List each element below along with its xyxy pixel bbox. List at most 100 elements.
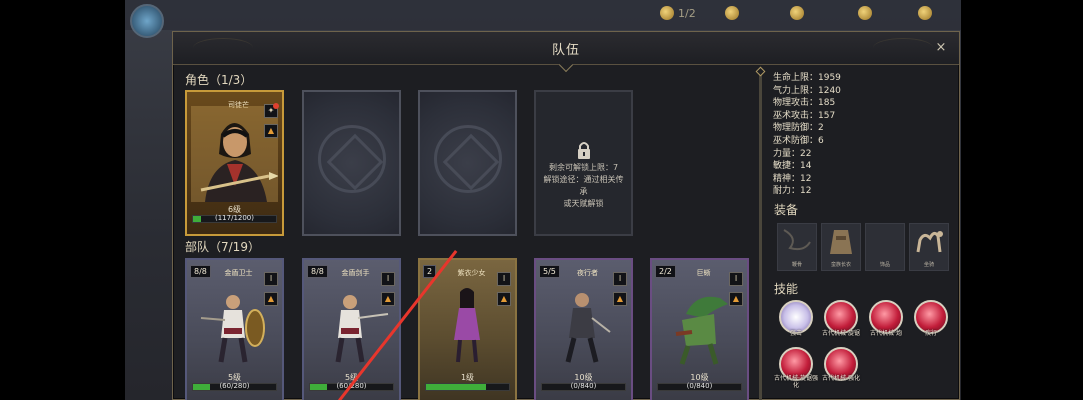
flame-icon[interactable]: ▲	[381, 292, 395, 306]
troop-class-icon[interactable]: I	[729, 272, 743, 286]
troop-class-icon[interactable]: I	[264, 272, 278, 286]
skill-label: 古代机械·旋锯	[822, 330, 860, 337]
screen: 1/2 队伍 × 角色（1/3） 司徒芒 ✦ ▲ 6级 (117/1200) 剩…	[0, 0, 1083, 400]
hero-xp-bar: (117/1200)	[192, 214, 277, 223]
top-resource-1: 1/2	[660, 6, 696, 20]
stat-strength: 力量：22	[773, 148, 812, 159]
troop-xp-fill	[426, 384, 486, 390]
coin-icon	[725, 6, 739, 20]
top-resource-4	[858, 6, 872, 20]
troop-portrait	[565, 293, 611, 363]
dialog-title: 队伍	[551, 43, 580, 58]
hero-class-icon[interactable]: ✦	[264, 103, 279, 118]
empty-role-slot-2[interactable]	[302, 90, 401, 236]
troops-section-label: 部队（7/19）	[185, 240, 260, 254]
stat-physical-attack: 物理攻击：185	[773, 98, 836, 109]
troop-card[interactable]: 8/8 金盾剑手 I ▲ 5级 (60/280)	[302, 258, 401, 400]
equipment-slot-accessory[interactable]: 饰品	[865, 223, 905, 271]
coin-icon	[918, 6, 932, 20]
troop-card[interactable]: 5/5 夜行者 I ▲ 10级 (0/840)	[534, 258, 633, 400]
flame-icon[interactable]: ▲	[613, 292, 627, 306]
equipment-slot-weapon[interactable]: 鞭骨	[777, 223, 817, 271]
letterbox-left	[0, 0, 125, 400]
equipment-section-label: 装备	[774, 203, 799, 217]
whip-icon	[783, 229, 811, 251]
flame-icon[interactable]: ▲	[264, 124, 278, 138]
troop-level: 1级	[460, 373, 475, 382]
coin-icon	[790, 6, 804, 20]
hero-xp-text: (117/1200)	[215, 214, 254, 222]
equipment-slot-armor[interactable]: 蛮族长衣	[821, 223, 861, 271]
top-resource-3	[790, 6, 804, 20]
top-resource-5	[918, 6, 932, 20]
skill-label: 古代机械·炮	[870, 330, 902, 337]
top-resource-2	[725, 6, 739, 20]
troop-xp-bar: (0/840)	[541, 382, 626, 391]
skill-icon[interactable]	[914, 300, 948, 334]
troop-class-icon[interactable]: I	[497, 272, 511, 286]
stat-sorcery-attack: 巫术攻击：157	[773, 110, 836, 121]
equipment-label: 饰品	[879, 262, 890, 268]
stat-hp-max: 生命上限：1959	[773, 73, 841, 83]
troop-xp-bar: (60/280)	[192, 382, 277, 391]
skill-icon[interactable]	[779, 300, 813, 334]
equipment-label: 坐骑	[923, 262, 934, 268]
letterbox-right	[961, 0, 1083, 400]
skills-section-label: 技能	[774, 282, 799, 296]
skill-label: 强击	[789, 330, 802, 337]
hero-stats: 生命上限：1959 气力上限：1240 物理攻击：185 巫术攻击：157 物理…	[773, 72, 841, 198]
top-resource-bar	[125, 0, 961, 30]
lock-icon	[578, 142, 590, 159]
equipment-label: 鞭骨	[791, 262, 802, 268]
troop-class-icon[interactable]: I	[613, 272, 627, 286]
roles-section-label: 角色（1/3）	[185, 73, 253, 87]
empty-slot-emblem-icon	[318, 125, 386, 193]
notification-dot	[273, 103, 279, 109]
team-dialog: 队伍 × 角色（1/3） 司徒芒 ✦ ▲ 6级 (117/1200) 剩余可解锁…	[172, 31, 960, 400]
skill-label: 疾行	[924, 330, 937, 337]
skill-label: 古代机械·强化	[822, 375, 860, 382]
troop-portrait	[454, 288, 480, 363]
stat-sorcery-defense: 巫术防御：6	[773, 135, 824, 146]
troop-xp-bar	[425, 383, 510, 391]
troop-class-icon[interactable]: I	[381, 272, 395, 286]
troop-xp-text: (0/840)	[570, 382, 597, 390]
locked-line-3: 或天赋解锁	[563, 199, 604, 208]
close-button[interactable]: ×	[933, 40, 949, 56]
locked-role-slot[interactable]: 剩余可解锁上限：7 解锁途径：通过相关传承 或天赋解锁	[534, 90, 633, 236]
troop-xp-text: (60/280)	[219, 382, 250, 390]
stat-spirit: 精神：12	[773, 173, 812, 184]
coin-icon	[660, 6, 674, 20]
stat-agility: 敏捷：14	[773, 161, 812, 172]
empty-slot-emblem-icon	[434, 125, 502, 193]
locked-line-2: 解锁途径：通过相关传承	[543, 175, 624, 196]
stat-energy-max: 气力上限：1240	[773, 85, 841, 96]
troop-portrait	[675, 296, 728, 365]
hero-card[interactable]: 司徒芒 ✦ ▲ 6级 (117/1200)	[185, 90, 284, 236]
empty-role-slot-3[interactable]	[418, 90, 517, 236]
flame-icon[interactable]: ▲	[497, 292, 511, 306]
robe-icon	[830, 230, 852, 254]
troop-portrait	[335, 295, 389, 363]
stat-physical-defense: 物理防御：2	[773, 123, 824, 134]
skill-label: 古代机械·旋锯强化	[774, 375, 818, 389]
troop-card[interactable]: 8/8 金盾卫士 I ▲ 5级 (60/280)	[185, 258, 284, 400]
locked-line-1: 剩余可解锁上限：7	[548, 163, 619, 172]
hero-portrait	[191, 106, 278, 202]
flame-icon[interactable]: ▲	[729, 292, 743, 306]
troop-portrait	[200, 295, 265, 363]
skill-icon[interactable]	[869, 300, 903, 334]
troop-xp-text: (0/840)	[686, 382, 713, 390]
panel-divider	[759, 70, 762, 400]
flame-icon[interactable]: ▲	[264, 292, 278, 306]
equipment-label: 蛮族长衣	[830, 262, 851, 268]
player-avatar[interactable]	[130, 4, 164, 38]
locked-slot-text: 剩余可解锁上限：7 解锁途径：通过相关传承 或天赋解锁	[540, 162, 627, 210]
camel-icon	[916, 231, 943, 253]
troop-card[interactable]: 2/2 巨蜥 I ▲ 10级 (0/840)	[650, 258, 749, 400]
skill-icon[interactable]	[824, 300, 858, 334]
equipment-slot-mount[interactable]: 坐骑	[909, 223, 949, 271]
divider-ornament	[755, 66, 766, 77]
coin-icon	[858, 6, 872, 20]
troop-xp-bar: (0/840)	[657, 382, 742, 391]
